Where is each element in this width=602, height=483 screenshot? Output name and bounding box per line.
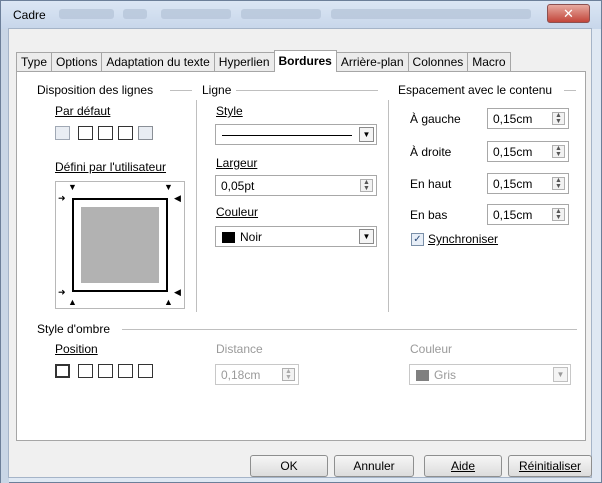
line-color-select[interactable]: Noir ▼ bbox=[215, 226, 377, 247]
shadow-bottom-left-option[interactable] bbox=[118, 364, 133, 378]
color-swatch bbox=[222, 232, 235, 243]
tab-macro[interactable]: Macro bbox=[467, 52, 511, 72]
line-style-select[interactable]: ▼ bbox=[215, 124, 377, 145]
tab-columns[interactable]: Colonnes bbox=[407, 52, 469, 72]
spacing-bottom-label: En bas bbox=[410, 208, 448, 222]
shadow-none-option[interactable] bbox=[55, 364, 70, 378]
line-color-value: Noir bbox=[240, 230, 263, 244]
tab-options[interactable]: Options bbox=[51, 52, 103, 72]
shadow-color-select[interactable]: Gris ▼ bbox=[409, 364, 571, 385]
shadow-color-label: Couleur bbox=[410, 342, 453, 356]
preset-left-right[interactable] bbox=[138, 126, 153, 140]
spacing-bottom-field[interactable]: 0,15cm ▲ ▼ bbox=[487, 204, 569, 225]
group-divider bbox=[564, 90, 576, 91]
chevron-down-icon[interactable]: ▼ bbox=[359, 229, 374, 244]
arrow-right-icon: ➜ bbox=[58, 287, 66, 297]
spacing-heading: Espacement avec le contenu bbox=[398, 83, 553, 97]
blurred-title-area bbox=[331, 9, 531, 19]
spacing-top-value: 0,15cm bbox=[493, 177, 533, 191]
spacing-right-label: À droite bbox=[410, 145, 452, 159]
arrow-left-icon: ◀ bbox=[174, 287, 181, 297]
blurred-title-area bbox=[123, 9, 147, 19]
shadow-distance-value: 0,18cm bbox=[221, 368, 261, 382]
line-width-field[interactable]: 0,05pt ▲ ▼ bbox=[215, 175, 377, 196]
tab-text-wrap[interactable]: Adaptation du texte bbox=[101, 52, 215, 72]
arrow-down-icon: ▼ bbox=[164, 182, 173, 192]
shadow-bottom-right-option[interactable] bbox=[78, 364, 93, 378]
spacing-top-field[interactable]: 0,15cm ▲ ▼ bbox=[487, 173, 569, 194]
tab-type[interactable]: Type bbox=[16, 52, 53, 72]
preset-none[interactable] bbox=[55, 126, 70, 140]
sync-label: Synchroniser bbox=[428, 232, 499, 246]
spinner-icon[interactable]: ▲ ▼ bbox=[552, 112, 565, 125]
spinner-icon[interactable]: ▲ ▼ bbox=[552, 145, 565, 158]
shadow-heading: Style d'ombre bbox=[37, 322, 110, 336]
width-label: Largeur bbox=[216, 156, 258, 170]
reset-button[interactable]: Réinitialiser bbox=[508, 455, 592, 477]
preview-content bbox=[81, 207, 159, 283]
blurred-title-area bbox=[161, 9, 231, 19]
color-label: Couleur bbox=[216, 205, 259, 219]
spacing-right-field[interactable]: 0,15cm ▲ ▼ bbox=[487, 141, 569, 162]
distance-label: Distance bbox=[216, 342, 263, 356]
preset-box-inner[interactable] bbox=[98, 126, 113, 140]
arrow-right-icon: ➜ bbox=[58, 193, 66, 203]
line-arrangement-heading: Disposition des lignes bbox=[37, 83, 154, 97]
shadow-top-right-option[interactable] bbox=[98, 364, 113, 378]
spinner-icon[interactable]: ▲ ▼ bbox=[552, 177, 565, 190]
ok-button[interactable]: OK bbox=[250, 455, 328, 477]
close-icon: ✕ bbox=[563, 6, 574, 21]
line-heading: Ligne bbox=[202, 83, 232, 97]
group-divider bbox=[236, 90, 378, 91]
color-swatch bbox=[416, 370, 429, 381]
blurred-title-area bbox=[59, 9, 114, 19]
preset-box[interactable] bbox=[78, 126, 93, 140]
spinner-icon[interactable]: ▲ ▼ bbox=[282, 368, 295, 381]
spinner-icon[interactable]: ▲ ▼ bbox=[360, 179, 373, 192]
close-button[interactable]: ✕ bbox=[547, 4, 590, 23]
spacing-left-label: À gauche bbox=[410, 112, 461, 126]
line-width-value: 0,05pt bbox=[221, 179, 255, 193]
user-defined-label: Défini par l'utilisateur bbox=[55, 160, 167, 174]
spacing-left-field[interactable]: 0,15cm ▲ ▼ bbox=[487, 108, 569, 129]
sync-checkbox[interactable]: ✓ bbox=[411, 233, 424, 246]
preset-outer-lines[interactable] bbox=[118, 126, 133, 140]
arrow-down-icon: ▼ bbox=[68, 182, 77, 192]
tab-hyperlink[interactable]: Hyperlien bbox=[213, 52, 275, 72]
title-bar[interactable]: Cadre ✕ bbox=[1, 1, 601, 29]
arrow-up-icon: ▲ bbox=[68, 297, 77, 307]
window-title: Cadre bbox=[13, 8, 46, 22]
line-style-preview bbox=[222, 135, 352, 136]
default-label: Par défaut bbox=[55, 104, 111, 118]
blurred-title-area bbox=[241, 9, 321, 19]
style-label: Style bbox=[216, 104, 243, 118]
chevron-down-icon[interactable]: ▼ bbox=[553, 367, 568, 382]
shadow-top-left-option[interactable] bbox=[138, 364, 153, 378]
group-divider bbox=[388, 100, 389, 312]
group-divider bbox=[122, 329, 577, 330]
spacing-top-label: En haut bbox=[410, 177, 452, 191]
chevron-down-icon[interactable]: ▼ bbox=[359, 127, 374, 142]
help-button[interactable]: Aide bbox=[424, 455, 502, 477]
arrow-up-icon: ▲ bbox=[164, 297, 173, 307]
arrow-left-icon: ◀ bbox=[174, 193, 181, 203]
cancel-button[interactable]: Annuler bbox=[334, 455, 414, 477]
tab-bar: Type Options Adaptation du texte Hyperli… bbox=[16, 50, 511, 72]
group-divider bbox=[170, 90, 192, 91]
shadow-color-value: Gris bbox=[434, 368, 456, 382]
spacing-right-value: 0,15cm bbox=[493, 145, 533, 159]
tab-background[interactable]: Arrière-plan bbox=[335, 52, 409, 72]
position-label: Position bbox=[55, 342, 98, 356]
spacing-bottom-value: 0,15cm bbox=[493, 208, 533, 222]
group-divider bbox=[196, 100, 197, 312]
shadow-distance-field[interactable]: 0,18cm ▲ ▼ bbox=[215, 364, 299, 385]
border-preview[interactable]: ➜ ▼ ▼ ◀ ➜ ▲ ▲ ◀ bbox=[55, 181, 185, 309]
tab-borders[interactable]: Bordures bbox=[273, 50, 337, 72]
spinner-icon[interactable]: ▲ ▼ bbox=[552, 208, 565, 221]
spacing-left-value: 0,15cm bbox=[493, 112, 533, 126]
